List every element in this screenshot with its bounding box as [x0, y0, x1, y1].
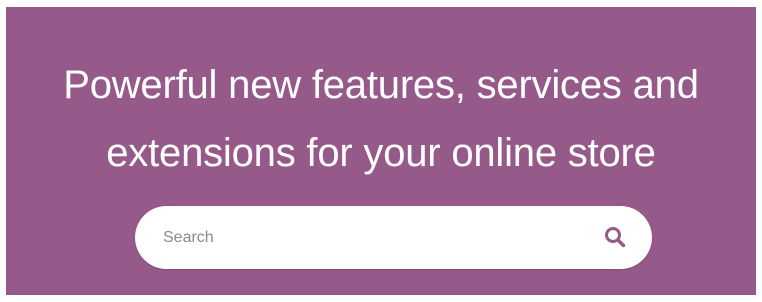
headline-line-1: Powerful new features, services and [63, 63, 699, 107]
hero-headline: Powerful new features, services and exte… [6, 51, 756, 187]
hero-banner: Powerful new features, services and exte… [6, 7, 756, 295]
search-bar [135, 206, 652, 269]
search-button[interactable] [600, 222, 630, 252]
headline-line-2: extensions for your online store [106, 131, 656, 175]
search-icon [605, 227, 626, 248]
search-input[interactable] [163, 218, 583, 258]
